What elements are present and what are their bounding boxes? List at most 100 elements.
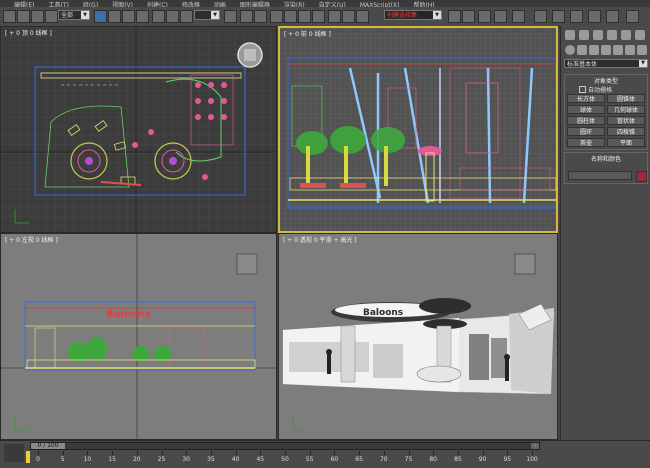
ruler-tick: [309, 451, 311, 455]
menu-bar: 编辑(E) 工具(T) 组(G) 视图(V) 创建(C) 修改器 动画 图形编辑器 渲染(R) 自…: [0, 0, 650, 7]
object-type-rollout: 对象类型 自动栅格 长方体 圆锥体 球体 几何球体 圆柱体 管状体 圆环 四棱锥…: [564, 74, 648, 150]
ruler-tick: [260, 451, 262, 455]
window-crossing-icon[interactable]: [136, 10, 149, 23]
chevron-right-icon[interactable]: ›: [531, 443, 539, 449]
systems-icon[interactable]: [637, 45, 647, 55]
graphite-tools-icon[interactable]: [462, 10, 475, 23]
keyboard-shortcut-icon[interactable]: [254, 10, 267, 23]
ruler-tick-label: 10: [83, 456, 92, 463]
move-icon[interactable]: [152, 10, 165, 23]
coordinate-system-dropdown[interactable]: ▼: [194, 10, 220, 20]
ruler-tick: [210, 451, 212, 455]
ruler-tick: [383, 451, 385, 455]
viewport-left[interactable]: [ + 0 左视 0 线框 ] Baloons: [0, 233, 277, 440]
helpers-icon[interactable]: [613, 45, 623, 55]
material-editor-icon[interactable]: [512, 10, 525, 23]
render-iterative-icon[interactable]: [588, 10, 601, 23]
frame-ruler[interactable]: 0 5 10 15 20 25 30 35 40 45 50 55 60 65 70 75 80 85 90 95 10…: [30, 451, 540, 463]
ruler-tick-label: 85: [454, 456, 462, 463]
lights-icon[interactable]: [589, 45, 599, 55]
viewport-front[interactable]: [ + 0 前 0 线框 ]: [278, 26, 558, 233]
ruler-tick: [482, 451, 484, 455]
rect-region-icon[interactable]: [122, 10, 135, 23]
torus-button[interactable]: 圆环: [567, 127, 605, 136]
rotate-icon[interactable]: [166, 10, 179, 23]
pivot-center-icon[interactable]: [224, 10, 237, 23]
shapes-icon[interactable]: [577, 45, 587, 55]
ruler-tick-label: 100: [526, 456, 538, 463]
hierarchy-tab-icon[interactable]: [593, 30, 603, 40]
select-by-name-icon[interactable]: [108, 10, 121, 23]
activeshade-icon[interactable]: [626, 10, 639, 23]
ruler-tick-label: 90: [478, 456, 487, 463]
motion-tab-icon[interactable]: [607, 30, 617, 40]
geometry-icon[interactable]: [565, 45, 575, 55]
pyramid-button[interactable]: 四棱锥: [607, 127, 645, 136]
render-setup-icon[interactable]: [534, 10, 547, 23]
snap-toggle-icon[interactable]: [270, 10, 283, 23]
mirror-icon[interactable]: [342, 10, 355, 23]
layer-manager-icon[interactable]: [448, 10, 461, 23]
main-toolbar: 全部 ▼ ▼ 创建选择集 ▼: [0, 7, 650, 27]
box-button[interactable]: 长方体: [567, 94, 605, 103]
edit-named-selection-icon[interactable]: [328, 10, 341, 23]
percent-snap-icon[interactable]: [298, 10, 311, 23]
viewport-top-label[interactable]: [ + 0 顶 0 线框 ]: [5, 28, 52, 37]
modify-tab-icon[interactable]: [579, 30, 589, 40]
redo-icon[interactable]: [17, 10, 30, 23]
teapot-button[interactable]: 茶壶: [567, 138, 605, 147]
viewport-perspective[interactable]: [ + 0 透视 0 平滑 + 高光 ] Baloons: [278, 233, 558, 440]
time-slider-thumb[interactable]: 0 / 100: [31, 443, 65, 449]
cone-button[interactable]: 圆锥体: [607, 94, 645, 103]
viewport-persp-label[interactable]: [ + 0 透视 0 平滑 + 高光 ]: [283, 235, 357, 244]
angle-snap-icon[interactable]: [284, 10, 297, 23]
ruler-tick-label: 35: [207, 456, 215, 463]
select-manipulate-icon[interactable]: [240, 10, 253, 23]
unlink-icon[interactable]: [45, 10, 58, 23]
sphere-button[interactable]: 球体: [567, 105, 605, 114]
cameras-icon[interactable]: [601, 45, 611, 55]
autogrid-checkbox[interactable]: 自动栅格: [579, 85, 612, 94]
object-color-swatch[interactable]: [636, 171, 647, 182]
ruler-tick: [62, 451, 64, 455]
selection-filter-dropdown[interactable]: 全部 ▼: [58, 10, 90, 20]
plane-button[interactable]: 平面: [607, 138, 645, 147]
ruler-tick-label: 70: [379, 456, 388, 463]
rendered-frame-icon[interactable]: [552, 10, 565, 23]
spacewarps-icon[interactable]: [625, 45, 635, 55]
viewport-front-label[interactable]: [ + 0 前 0 线框 ]: [284, 29, 331, 38]
render-production-icon[interactable]: [570, 10, 583, 23]
undo-icon[interactable]: [3, 10, 16, 23]
tube-button[interactable]: 管状体: [607, 116, 645, 125]
utilities-tab-icon[interactable]: [635, 30, 645, 40]
object-type-header[interactable]: 对象类型: [565, 76, 647, 85]
select-object-icon[interactable]: [94, 10, 107, 23]
named-selection-set-dropdown[interactable]: 创建选择集 ▼: [384, 10, 442, 20]
object-type-dropdown-value: 标准基本体: [567, 61, 598, 68]
chevron-down-icon: ▼: [639, 60, 647, 67]
object-type-dropdown[interactable]: 标准基本体 ▼: [564, 59, 648, 68]
teapot-render-icon[interactable]: [606, 10, 619, 23]
geosphere-button[interactable]: 几何球体: [607, 105, 645, 114]
scale-icon[interactable]: [180, 10, 193, 23]
object-name-field[interactable]: [568, 171, 632, 180]
chevron-down-icon: ▼: [81, 11, 89, 19]
timeline: 0 / 100 › 0 5 10 15 20 25 30 35 40 45 50 55 60 65 70 75…: [0, 440, 650, 468]
link-icon[interactable]: [31, 10, 44, 23]
ruler-tick: [235, 451, 237, 455]
spinner-snap-icon[interactable]: [312, 10, 325, 23]
persp-sign-text: Baloons: [363, 308, 403, 318]
name-color-header[interactable]: 名称和颜色: [565, 154, 647, 163]
ruler-tick: [161, 451, 163, 455]
display-tab-icon[interactable]: [621, 30, 631, 40]
cylinder-button[interactable]: 圆柱体: [567, 116, 605, 125]
align-icon[interactable]: [356, 10, 369, 23]
name-color-rollout: 名称和颜色: [564, 152, 648, 184]
curve-editor-icon[interactable]: [478, 10, 491, 23]
schematic-view-icon[interactable]: [494, 10, 507, 23]
create-tab-icon[interactable]: [565, 30, 575, 40]
viewport-left-label[interactable]: [ + 0 左视 0 线框 ]: [5, 235, 58, 244]
time-slider[interactable]: 0 / 100 ›: [30, 442, 540, 450]
viewport-top[interactable]: [ + 0 顶 0 线框 ]: [0, 26, 277, 233]
left-view-drawing: Baloons: [1, 234, 276, 439]
